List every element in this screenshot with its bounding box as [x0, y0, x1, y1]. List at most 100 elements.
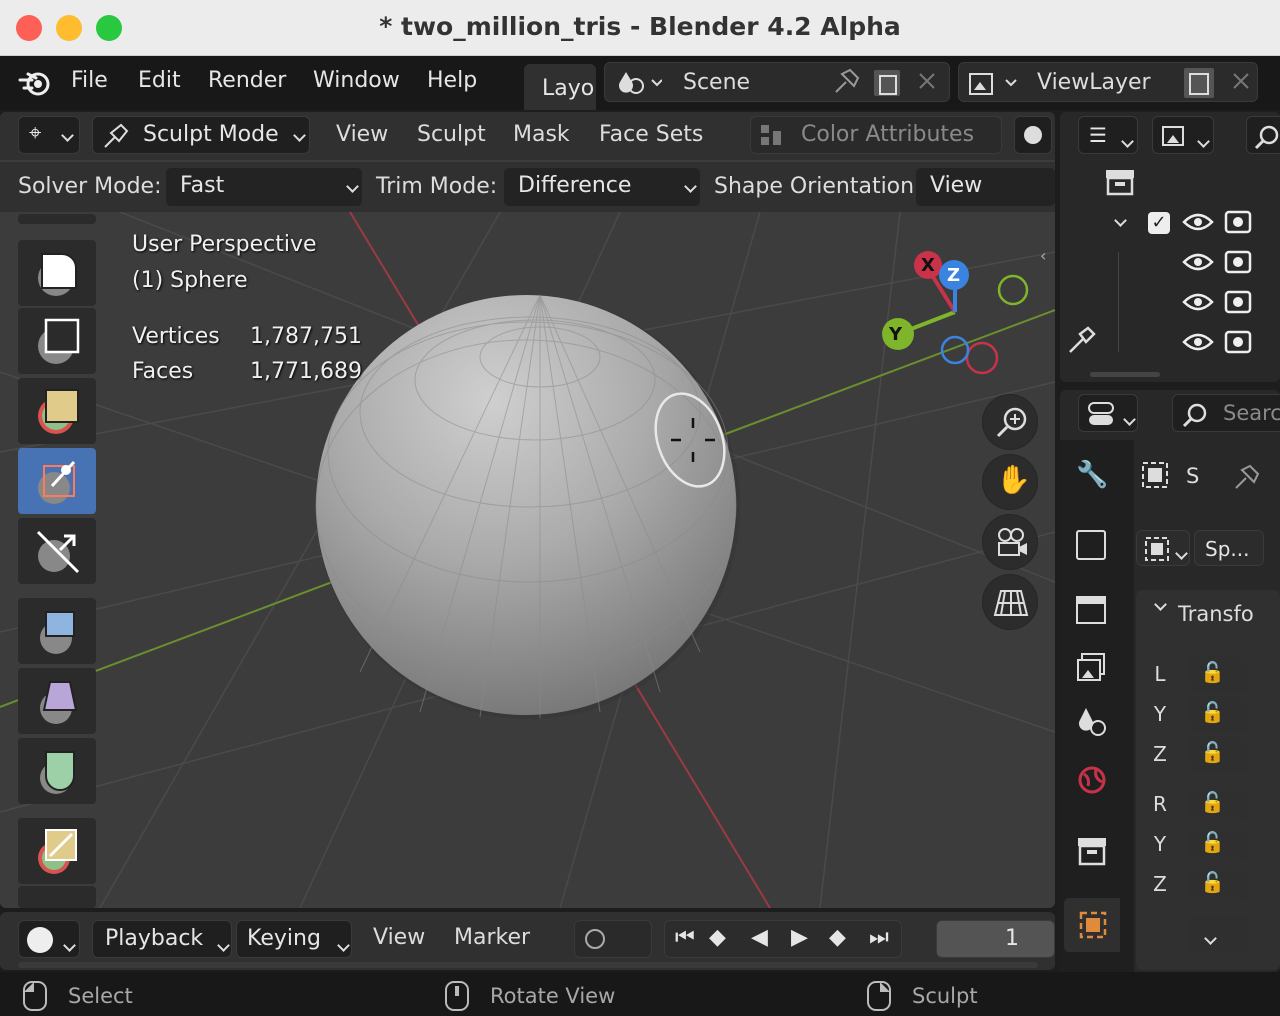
vertices-value: 1,787,751: [250, 324, 362, 349]
polyline-trim-icon: [38, 389, 79, 434]
playback-menu[interactable]: Playback: [92, 920, 232, 958]
properties-pin-icon[interactable]: [1232, 460, 1262, 492]
transform-collapse-icon[interactable]: [1150, 598, 1167, 617]
mouse-middle-icon: [445, 981, 469, 1011]
tool-mesh-filter[interactable]: [18, 598, 96, 664]
properties-editor-type[interactable]: [1078, 394, 1138, 432]
tool-tab-icon[interactable]: 🔧: [1076, 460, 1108, 490]
trim-mode-dropdown[interactable]: Difference: [504, 168, 700, 206]
playback-controls[interactable]: ⏮ ◆ ◀ ▶ ◆ ⏭: [664, 920, 902, 958]
play-icon[interactable]: ▶: [791, 925, 808, 950]
datablock-type-dropdown[interactable]: [1136, 530, 1190, 566]
menu-sculpt[interactable]: Sculpt: [417, 122, 486, 147]
shape-orientation-dropdown[interactable]: View: [916, 168, 1055, 206]
tool-cloth-filter[interactable]: [18, 668, 96, 734]
shape-orientation-label: Shape Orientation:: [714, 174, 922, 199]
lock-rotation-y[interactable]: 🔓: [1186, 826, 1248, 862]
scene-tab-icon[interactable]: [1076, 704, 1108, 738]
tool-line-trim[interactable]: [18, 448, 96, 514]
menu-window[interactable]: Window: [313, 68, 400, 93]
jump-start-icon[interactable]: ⏮: [675, 925, 695, 950]
status-select: Select: [68, 984, 133, 1008]
outliner-editor-type[interactable]: ☰: [1078, 116, 1138, 154]
color-attributes-label: Color Attributes: [801, 122, 975, 147]
tool-box-trim[interactable]: [18, 240, 96, 306]
color-attributes-dropdown[interactable]: Color Attributes: [750, 116, 1002, 154]
menu-help[interactable]: Help: [427, 68, 477, 93]
timeline-scrubber[interactable]: [18, 962, 1038, 968]
solver-mode-dropdown[interactable]: Fast: [166, 168, 362, 206]
outliner-scrollbar[interactable]: [1090, 372, 1160, 377]
jump-end-icon[interactable]: ⏭: [869, 925, 889, 950]
properties-search-icon: [1182, 403, 1207, 428]
next-keyframe-icon[interactable]: ◆: [829, 925, 846, 950]
image-icon: [1162, 126, 1184, 146]
collection-checkbox[interactable]: ✓: [1148, 212, 1170, 234]
view-layer-tab-icon[interactable]: [1076, 652, 1108, 684]
world-tab-icon[interactable]: [1076, 764, 1108, 796]
current-frame-field[interactable]: 1: [936, 920, 1055, 958]
lock-location-x[interactable]: 🔓: [1186, 656, 1248, 692]
tool-polyline-trim[interactable]: [18, 378, 96, 444]
auto-keying-button[interactable]: [574, 920, 652, 958]
datablock-name-field[interactable]: Sp...: [1194, 530, 1264, 566]
timeline-editor-type[interactable]: [18, 920, 80, 958]
outliner-search-button[interactable]: [1246, 116, 1280, 154]
line-trim-icon: [38, 460, 76, 504]
visibility-icons[interactable]: [1182, 208, 1252, 358]
lock-rotation-x[interactable]: 🔓: [1186, 786, 1248, 822]
menu-face-sets[interactable]: Face Sets: [599, 122, 703, 147]
tool-lasso-trim[interactable]: [18, 308, 96, 374]
viewlayer-new-icon[interactable]: [1182, 66, 1262, 98]
lock-rotation-z[interactable]: 🔓: [1186, 866, 1248, 902]
shading-solid-button[interactable]: [1014, 116, 1052, 154]
object-tab[interactable]: [1064, 898, 1120, 952]
eyedropper-icon[interactable]: [1066, 326, 1096, 356]
tool-color-filter[interactable]: [18, 738, 96, 804]
blender-logo-icon[interactable]: [18, 66, 52, 98]
camera-view-button[interactable]: [982, 514, 1038, 570]
render-tab-icon[interactable]: [1076, 530, 1106, 560]
keying-menu[interactable]: Keying: [236, 920, 352, 958]
sidebar-toggle-icon[interactable]: ‹: [1040, 246, 1054, 266]
output-tab-icon[interactable]: [1076, 596, 1106, 624]
menu-edit[interactable]: Edit: [138, 68, 181, 93]
search-icon: [1254, 125, 1279, 150]
transform-panel-title[interactable]: Transfo: [1178, 602, 1254, 626]
menu-file[interactable]: File: [71, 68, 108, 93]
navigation-gizmo[interactable]: [870, 242, 1040, 382]
timeline-header: Playback Keying View Marker ⏮ ◆ ◀ ▶ ◆ ⏭ …: [0, 912, 1055, 970]
play-reverse-icon[interactable]: ◀: [751, 925, 768, 950]
collection-tab-icon[interactable]: [1076, 836, 1108, 868]
lasso-trim-icon: [38, 318, 80, 364]
timeline-menu-view[interactable]: View: [373, 925, 425, 950]
collection-icon: [1106, 170, 1134, 196]
3d-viewport[interactable]: ⌖ Sculpt Mode View Sculpt Mask Face Sets…: [0, 112, 1055, 908]
menu-render[interactable]: Render: [208, 68, 286, 93]
prev-keyframe-icon[interactable]: ◆: [709, 925, 726, 950]
grid-icon: [993, 590, 1029, 616]
zoom-icon: [996, 407, 1027, 438]
mode-selector[interactable]: Sculpt Mode: [92, 116, 310, 154]
rotation-label: R: [1153, 792, 1167, 816]
lock-location-y[interactable]: 🔓: [1186, 696, 1248, 732]
zoom-view-button[interactable]: [982, 394, 1038, 450]
pan-view-button[interactable]: ✋: [982, 454, 1038, 510]
editor-type-button[interactable]: ⌖: [18, 116, 80, 154]
sculpt-brush-icon: [104, 123, 129, 148]
menu-mask[interactable]: Mask: [513, 122, 570, 147]
tab-layout[interactable]: Layo: [524, 64, 596, 110]
tool-more[interactable]: [18, 886, 96, 908]
menu-view[interactable]: View: [336, 122, 388, 147]
scene-pin-icon[interactable]: [830, 66, 940, 98]
tool-edit-face-set[interactable]: [18, 818, 96, 884]
rotation-mode-dropdown[interactable]: [1186, 916, 1248, 952]
display-mode-button[interactable]: [1152, 116, 1214, 154]
properties-search[interactable]: Searc: [1172, 394, 1280, 432]
rotation-y-label: Y: [1153, 832, 1167, 856]
perspective-toggle-button[interactable]: [982, 574, 1038, 630]
timeline-menu-marker[interactable]: Marker: [454, 925, 530, 950]
tool-project[interactable]: [18, 518, 96, 584]
lock-location-z[interactable]: 🔓: [1186, 736, 1248, 772]
collapse-collection-icon[interactable]: [1110, 214, 1127, 233]
